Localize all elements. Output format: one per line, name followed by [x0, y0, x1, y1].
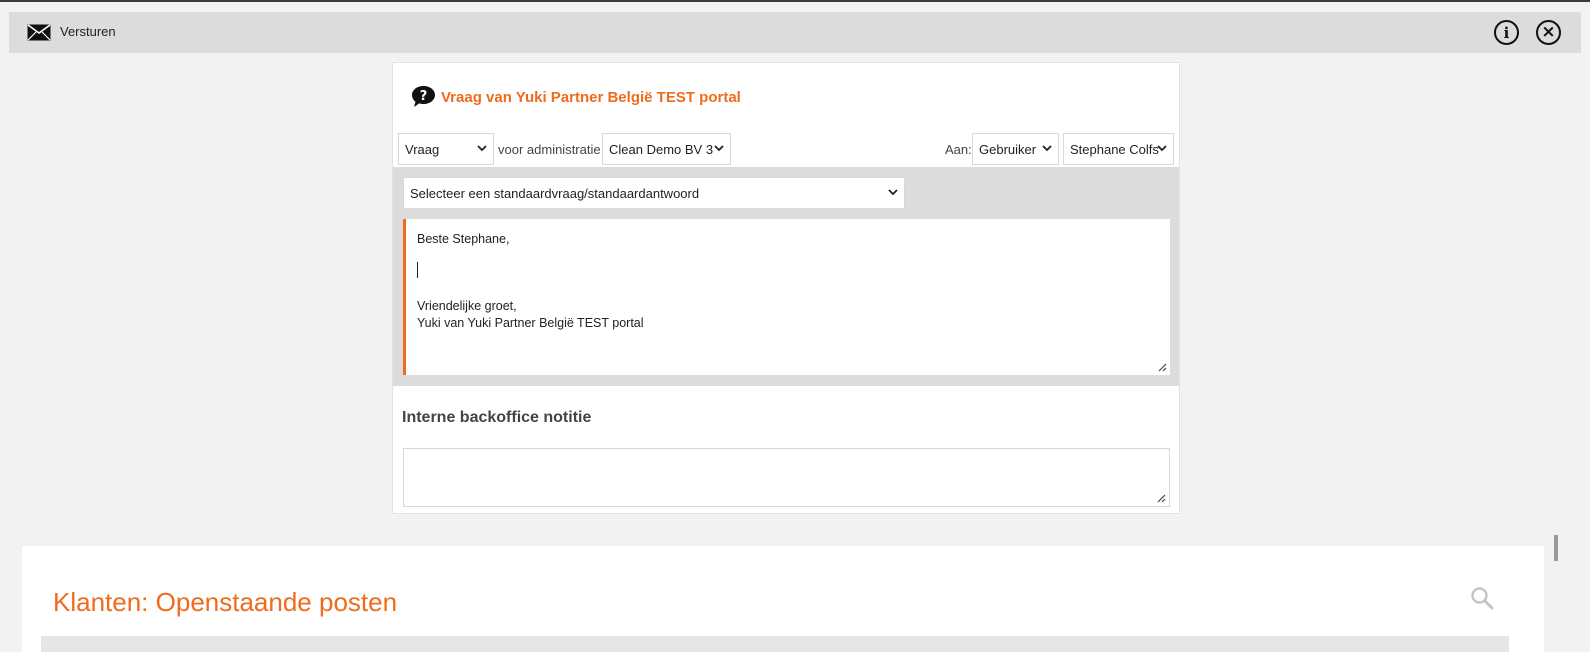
customers-title: Klanten: Openstaande posten [53, 587, 398, 617]
info-icon[interactable]: i [1494, 20, 1519, 45]
recipient-type-select[interactable]: Gebruiker [972, 133, 1059, 165]
to-label: Aan: [945, 142, 972, 157]
recipient-select[interactable]: Stephane Colfs [1063, 133, 1174, 165]
send-button[interactable]: Versturen [60, 24, 116, 39]
standard-question-select[interactable]: Selecteer een standaardvraag/standaardan… [403, 177, 905, 209]
internal-note-textarea[interactable] [403, 448, 1170, 507]
scrollbar-thumb[interactable] [1554, 535, 1558, 561]
recipient-value: Stephane Colfs [1070, 142, 1159, 157]
message-signature: Yuki van Yuki Partner België TEST portal [417, 316, 644, 330]
question-type-select[interactable]: Vraag [398, 133, 494, 165]
top-border [0, 0, 1590, 2]
message-closing: Vriendelijke groet, [417, 299, 517, 313]
resize-handle-icon[interactable] [1157, 362, 1167, 372]
question-type-value: Vraag [405, 142, 440, 157]
resize-handle-icon[interactable] [1156, 493, 1166, 503]
standard-question-value: Selecteer een standaardvraag/standaardan… [410, 186, 700, 201]
close-icon[interactable]: × [1536, 20, 1561, 45]
admin-select[interactable]: Clean Demo BV 3 [602, 133, 731, 165]
chevron-down-icon [1042, 145, 1052, 152]
chevron-down-icon [714, 145, 724, 152]
message-greeting: Beste Stephane, [417, 232, 510, 246]
chevron-down-icon [477, 145, 487, 152]
text-cursor [417, 262, 418, 278]
admin-value: Clean Demo BV 3 [609, 142, 714, 157]
action-toolbar: Versturen i × [9, 12, 1581, 53]
customers-card: Klanten: Openstaande posten [22, 546, 1544, 652]
envelope-icon[interactable] [27, 24, 51, 41]
question-panel: ? Vraag van Yuki Partner België TEST por… [392, 62, 1180, 514]
question-bubble-icon: ? [412, 86, 435, 107]
chevron-down-icon [1157, 145, 1167, 152]
message-textarea[interactable]: Beste Stephane, Vriendelijke groet, Yuki… [403, 219, 1170, 375]
for-admin-label: voor administratie [498, 142, 601, 157]
chevron-down-icon [888, 189, 898, 196]
svg-text:?: ? [420, 89, 428, 104]
question-title: Vraag van Yuki Partner België TEST porta… [441, 89, 741, 106]
internal-note-title: Interne backoffice notitie [402, 409, 592, 426]
table-header [41, 636, 1509, 652]
recipient-type-value: Gebruiker [979, 142, 1037, 157]
message-area: Selecteer een standaardvraag/standaardan… [393, 167, 1179, 386]
search-icon[interactable] [1470, 586, 1494, 610]
